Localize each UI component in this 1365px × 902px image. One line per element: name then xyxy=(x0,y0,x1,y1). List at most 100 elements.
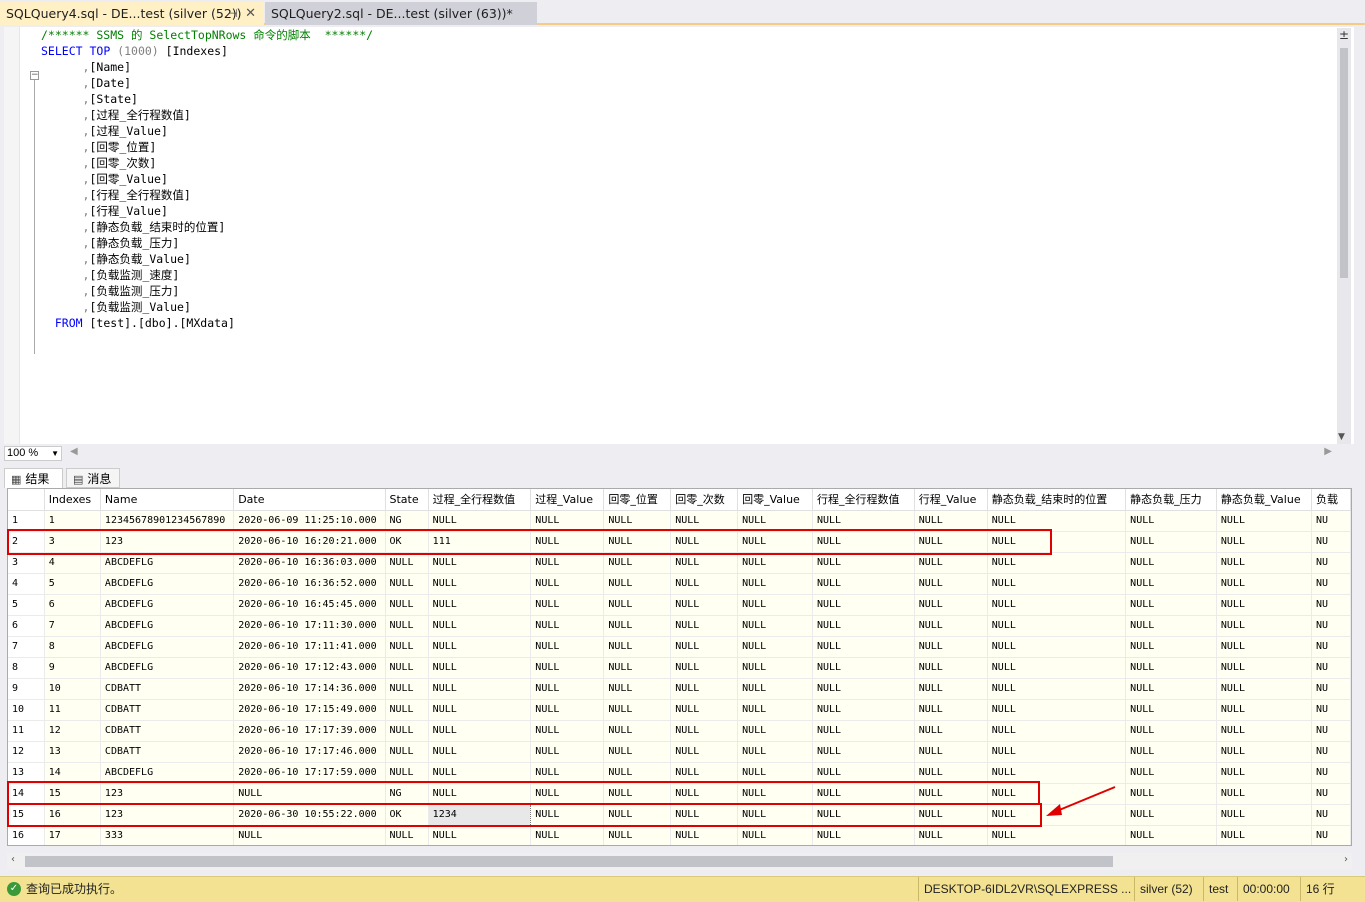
grid-cell[interactable]: NULL xyxy=(428,573,532,595)
grid-cell[interactable]: NULL xyxy=(737,510,813,532)
grid-cell[interactable]: 123 xyxy=(100,531,235,553)
grid-cell[interactable]: NULL xyxy=(603,552,672,574)
table-row[interactable]: 13 14 ABCDEFLG 2020-06-10 17:17:59.000 NULL N… xyxy=(8,762,1351,784)
grid-cell[interactable]: NULL xyxy=(1216,552,1312,574)
grid-cell[interactable]: 2020-06-10 17:11:30.000 xyxy=(233,615,386,637)
grid-cell[interactable]: 16 xyxy=(44,804,101,826)
grid-cell[interactable]: NULL xyxy=(428,699,532,721)
grid-cell[interactable]: 2020-06-10 17:17:59.000 xyxy=(233,762,386,784)
grid-cell[interactable]: NULL xyxy=(385,657,429,679)
grid-cell[interactable]: NULL xyxy=(428,762,532,784)
split-window-button[interactable]: ± xyxy=(1337,28,1351,42)
grid-cell[interactable]: NULL xyxy=(670,594,739,616)
grid-cell[interactable]: NULL xyxy=(1125,804,1217,826)
grid-cell[interactable]: OK xyxy=(385,804,429,826)
column-header[interactable]: 行程_Value xyxy=(914,489,988,511)
grid-cell[interactable]: NULL xyxy=(670,741,739,763)
grid-cell[interactable]: NULL xyxy=(603,762,672,784)
grid-cell[interactable]: 2020-06-10 17:17:39.000 xyxy=(233,720,386,742)
grid-cell[interactable]: NULL xyxy=(737,699,813,721)
grid-cell[interactable]: NULL xyxy=(530,573,605,595)
grid-cell[interactable]: 17 xyxy=(44,825,101,845)
grid-cell[interactable]: NULL xyxy=(1125,762,1217,784)
grid-cell[interactable]: NULL xyxy=(233,783,386,805)
grid-cell[interactable]: NULL xyxy=(670,636,739,658)
grid-cell[interactable]: NU xyxy=(1311,804,1351,826)
table-row[interactable]: 2 3 123 2020-06-10 16:20:21.000 OK 111 NULL NUL… xyxy=(8,531,1351,553)
column-header[interactable]: 回零_次数 xyxy=(670,489,739,511)
grid-cell[interactable]: NU xyxy=(1311,699,1351,721)
grid-cell[interactable]: NU xyxy=(1311,573,1351,595)
grid-cell[interactable]: NULL xyxy=(670,825,739,845)
row-number[interactable]: 12 xyxy=(8,741,45,763)
pin-icon[interactable]: ⊣ xyxy=(228,2,238,25)
grid-cell[interactable]: NULL xyxy=(812,699,915,721)
grid-cell[interactable]: NULL xyxy=(603,636,672,658)
grid-cell[interactable]: NULL xyxy=(530,678,605,700)
grid-cell[interactable]: NULL xyxy=(670,552,739,574)
grid-cell[interactable]: 2020-06-10 16:36:03.000 xyxy=(233,552,386,574)
grid-cell[interactable]: NULL xyxy=(737,720,813,742)
grid-cell[interactable]: NULL xyxy=(1125,636,1217,658)
grid-cell[interactable]: NULL xyxy=(603,678,672,700)
table-row[interactable]: 16 17 333 NULL NULL NULL NULL NULL NULL NULL NULL N… xyxy=(8,825,1351,845)
grid-cell[interactable]: ABCDEFLG xyxy=(100,636,235,658)
grid-cell[interactable]: NULL xyxy=(737,615,813,637)
grid-cell[interactable]: NULL xyxy=(603,825,672,845)
grid-cell[interactable]: NULL xyxy=(530,699,605,721)
grid-cell[interactable]: NULL xyxy=(812,636,915,658)
grid-cell[interactable]: NULL xyxy=(428,636,532,658)
grid-cell[interactable]: NULL xyxy=(670,678,739,700)
grid-cell[interactable]: NULL xyxy=(385,762,429,784)
grid-cell[interactable]: ABCDEFLG xyxy=(100,552,235,574)
grid-cell[interactable]: NULL xyxy=(1216,615,1312,637)
grid-cell[interactable]: NULL xyxy=(385,741,429,763)
grid-cell[interactable]: ABCDEFLG xyxy=(100,594,235,616)
grid-cell[interactable]: NULL xyxy=(1216,510,1312,532)
grid-cell[interactable]: NULL xyxy=(987,594,1127,616)
grid-cell[interactable]: 6 xyxy=(44,594,101,616)
column-header[interactable]: Indexes xyxy=(44,489,101,511)
grid-cell[interactable]: NULL xyxy=(670,762,739,784)
grid-cell[interactable]: NULL xyxy=(812,741,915,763)
grid-cell[interactable]: NULL xyxy=(428,594,532,616)
grid-cell[interactable]: 12 xyxy=(44,720,101,742)
grid-cell[interactable]: NULL xyxy=(914,510,988,532)
grid-cell[interactable]: NU xyxy=(1311,741,1351,763)
grid-cell[interactable]: ABCDEFLG xyxy=(100,615,235,637)
editor-vertical-scrollbar[interactable]: ▼ xyxy=(1337,42,1351,444)
grid-cell[interactable]: 1234 xyxy=(427,803,532,826)
table-row[interactable]: 9 10 CDBATT 2020-06-10 17:14:36.000 NULL NULL… xyxy=(8,678,1351,700)
grid-cell[interactable]: NULL xyxy=(1125,741,1217,763)
grid-cell[interactable]: NULL xyxy=(603,741,672,763)
grid-cell[interactable]: OK xyxy=(385,531,429,553)
grid-cell[interactable]: NULL xyxy=(737,552,813,574)
grid-cell[interactable]: NULL xyxy=(603,594,672,616)
grid-cell[interactable]: NULL xyxy=(737,531,813,553)
grid-cell[interactable]: NULL xyxy=(428,825,532,845)
grid-cell[interactable]: NU xyxy=(1311,552,1351,574)
grid-cell[interactable]: NULL xyxy=(1125,594,1217,616)
grid-cell[interactable]: NU xyxy=(1311,636,1351,658)
grid-cell[interactable]: NULL xyxy=(1216,657,1312,679)
grid-cell[interactable]: NULL xyxy=(737,783,813,805)
grid-cell[interactable]: NULL xyxy=(385,720,429,742)
grid-cell[interactable]: NULL xyxy=(530,825,605,845)
grid-cell[interactable]: NULL xyxy=(812,762,915,784)
scroll-thumb[interactable] xyxy=(25,856,1113,867)
grid-cell[interactable]: NULL xyxy=(603,573,672,595)
grid-cell[interactable]: NULL xyxy=(812,531,915,553)
grid-cell[interactable]: NULL xyxy=(385,573,429,595)
grid-cell[interactable]: NULL xyxy=(1216,720,1312,742)
grid-cell[interactable]: NULL xyxy=(530,615,605,637)
grid-cell[interactable]: NULL xyxy=(1216,573,1312,595)
grid-cell[interactable]: NU xyxy=(1311,720,1351,742)
grid-cell[interactable]: 11 xyxy=(44,699,101,721)
grid-cell[interactable]: NULL xyxy=(1216,741,1312,763)
grid-cell[interactable]: NULL xyxy=(530,510,605,532)
grid-cell[interactable]: NULL xyxy=(530,531,605,553)
grid-cell[interactable]: NULL xyxy=(530,657,605,679)
grid-cell[interactable]: NU xyxy=(1311,762,1351,784)
grid-cell[interactable]: NULL xyxy=(737,804,813,826)
grid-cell[interactable]: NULL xyxy=(812,573,915,595)
